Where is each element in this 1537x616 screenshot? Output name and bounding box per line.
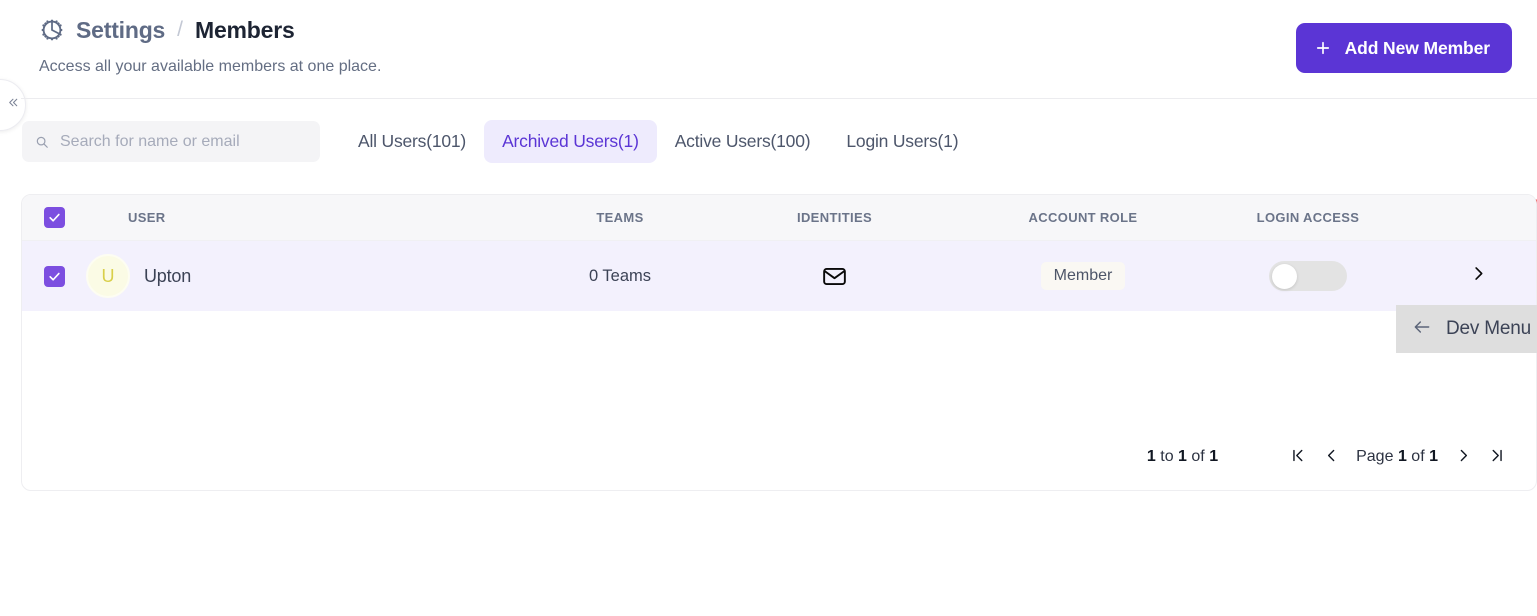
first-page-button[interactable] [1280, 442, 1314, 472]
account-role-cell: Member [958, 262, 1208, 290]
range-total: 1 [1209, 448, 1219, 465]
page-indicator: Page 1 of 1 [1356, 448, 1438, 466]
range-to: to [1160, 448, 1174, 465]
column-header-login-access: LOGIN ACCESS [1256, 210, 1360, 225]
add-new-member-label: Add New Member [1344, 37, 1491, 58]
dev-menu-label: Dev Menu [1446, 318, 1531, 339]
tab-active-users[interactable]: Active Users(100) [657, 120, 829, 163]
identities-cell [711, 263, 958, 290]
user-filter-tabs: All Users(101) Archived Users(1) Active … [340, 120, 976, 163]
last-page-icon [1489, 447, 1506, 467]
column-header-user: USER [128, 210, 166, 225]
user-name: Upton [144, 265, 192, 286]
previous-page-button[interactable] [1314, 442, 1348, 472]
search-box[interactable] [22, 121, 320, 162]
pagination: 1 to 1 of 1 Page 1 of 1 [1147, 442, 1514, 472]
page-subtitle: Access all your available members at one… [39, 58, 382, 75]
next-page-icon [1455, 447, 1472, 467]
column-header-identities: IDENTITIES [796, 210, 872, 225]
members-settings-page: Settings / Members Access all your avail… [0, 0, 1537, 616]
mail-icon[interactable] [821, 263, 848, 290]
range-end: 1 [1178, 448, 1187, 465]
gear-icon [38, 16, 66, 44]
tab-login-users[interactable]: Login Users(1) [828, 120, 976, 163]
first-page-icon [1289, 447, 1306, 467]
tab-all-users[interactable]: All Users(101) [340, 120, 484, 163]
login-access-toggle[interactable] [1269, 261, 1347, 291]
table-row[interactable]: U Upton 0 Teams Member [22, 241, 1536, 311]
teams-cell: 0 Teams [588, 266, 652, 285]
column-header-account-role: ACCOUNT ROLE [1028, 210, 1138, 225]
last-page-button[interactable] [1480, 442, 1514, 472]
next-page-button[interactable] [1446, 442, 1480, 472]
prev-page-icon [1323, 447, 1340, 467]
arrow-left-icon [1410, 317, 1434, 342]
page-current: 1 [1397, 448, 1407, 465]
select-all-cell [22, 207, 86, 228]
row-expand-cell [1408, 264, 1536, 288]
toggle-knob [1272, 263, 1297, 289]
page-total: 1 [1429, 448, 1438, 465]
pagination-range: 1 to 1 of 1 [1147, 448, 1218, 466]
breadcrumb-separator: / [177, 18, 183, 41]
breadcrumb: Settings / Members [38, 16, 295, 44]
toolbar: All Users(101) Archived Users(1) Active … [0, 99, 1537, 288]
tab-archived-users[interactable]: Archived Users(1) [484, 120, 657, 163]
avatar: U [86, 254, 130, 298]
plus-icon [1314, 39, 1332, 57]
table-header-row: USER TEAMS IDENTITIES ACCOUNT ROLE LOGIN… [22, 195, 1536, 241]
search-input[interactable] [60, 132, 300, 151]
column-header-teams: TEAMS [596, 210, 644, 225]
row-checkbox[interactable] [43, 265, 65, 287]
range-of: of [1191, 448, 1205, 465]
members-table: USER TEAMS IDENTITIES ACCOUNT ROLE LOGIN… [21, 194, 1537, 491]
search-icon [35, 135, 49, 149]
page-title: Members [194, 16, 295, 43]
select-all-checkbox[interactable] [43, 207, 65, 228]
user-cell: U Upton [86, 254, 529, 298]
page-header: Settings / Members Access all your avail… [0, 0, 1537, 98]
row-select-cell [22, 265, 86, 287]
range-start: 1 [1146, 448, 1156, 465]
role-badge: Member [1040, 262, 1126, 290]
chevron-right-icon[interactable] [1469, 264, 1488, 288]
add-new-member-button[interactable]: Add New Member [1295, 23, 1512, 73]
login-access-cell [1208, 261, 1408, 291]
breadcrumb-settings[interactable]: Settings [76, 17, 165, 44]
dev-menu-button[interactable]: Dev Menu [1396, 305, 1537, 353]
page-word: Page [1356, 448, 1394, 465]
page-of: of [1411, 448, 1425, 465]
